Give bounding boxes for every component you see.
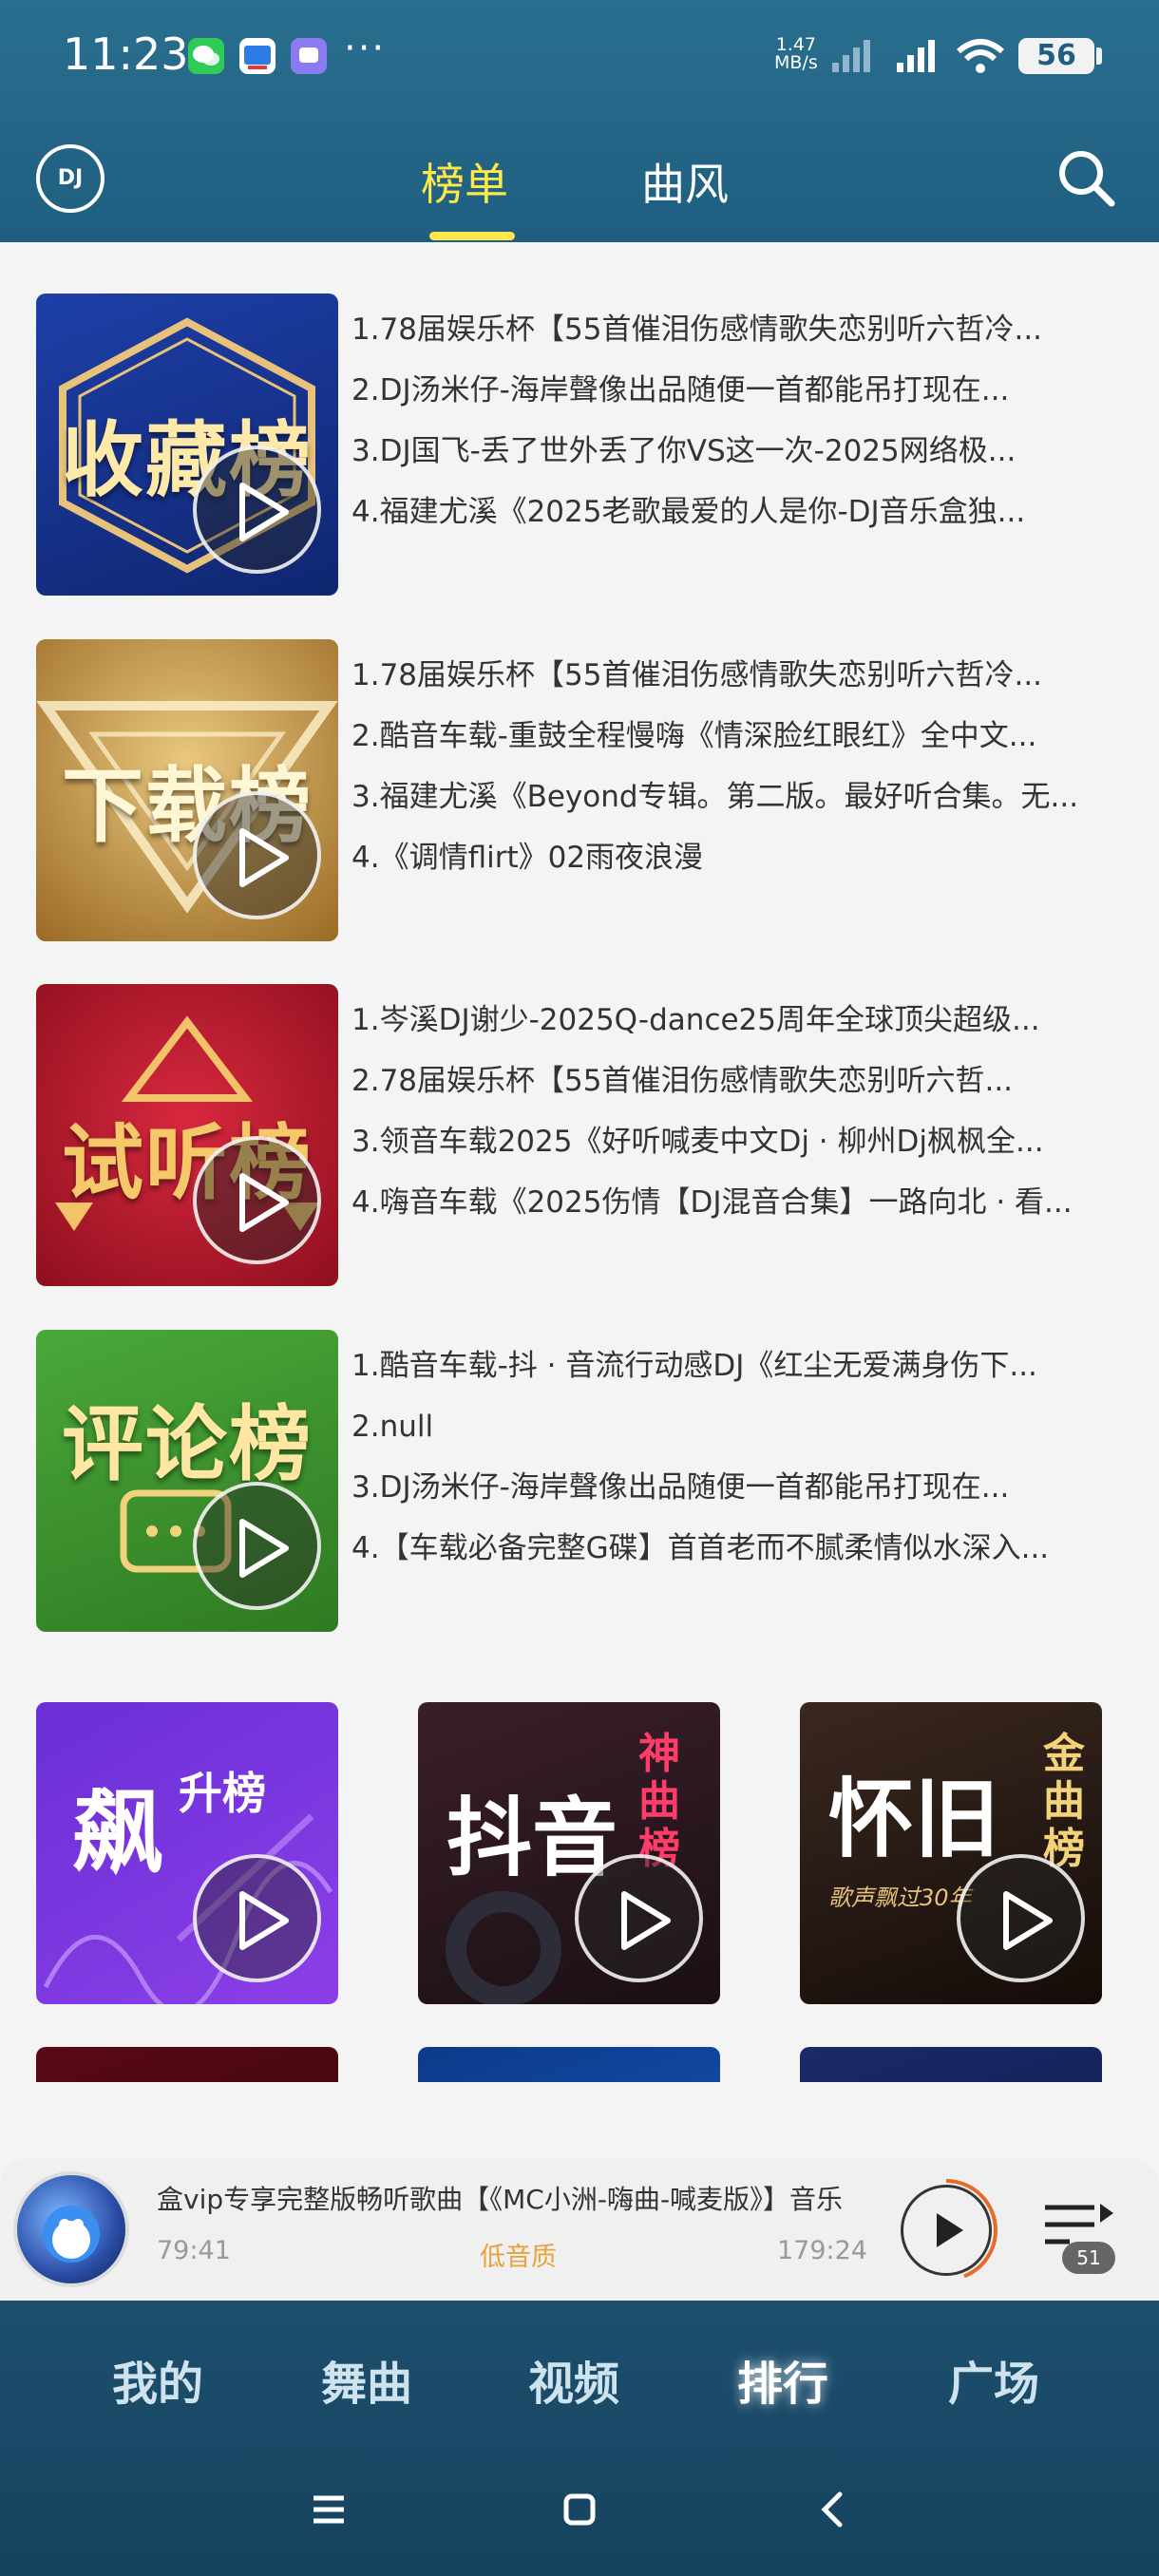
play-button[interactable]: [193, 1136, 321, 1264]
now-playing-artwork[interactable]: [13, 2171, 129, 2287]
cover-caption: 歌声飘过30年: [828, 1885, 972, 1911]
list-item[interactable]: 1.78届娱乐杯【55首催泪伤感情歌失恋别听六哲冷...: [352, 645, 1121, 706]
back-icon[interactable]: [815, 2491, 853, 2529]
nav-dance[interactable]: 舞曲: [321, 2346, 412, 2413]
app-header: 11:23 ··· 1.47 MB/s 56 DJ 榜单 曲风: [0, 0, 1159, 242]
play-button[interactable]: [193, 1854, 321, 1982]
play-button[interactable]: [901, 2185, 992, 2276]
nav-square[interactable]: 广场: [948, 2346, 1039, 2413]
play-icon: [937, 2213, 963, 2247]
signal-strong-icon: [897, 40, 935, 72]
list-item[interactable]: 4.【车载必备完整G碟】首首老而不腻柔情似水深入...: [352, 1518, 1121, 1579]
chart-cover-downloads[interactable]: 下载榜: [36, 639, 338, 941]
list-item[interactable]: 3.福建尤溪《Beyond专辑。第二版。最好听合集。无...: [352, 767, 1121, 827]
status-time: 11:23: [63, 28, 189, 80]
chart-cover-street[interactable]: 咔街: [36, 2047, 338, 2082]
play-button[interactable]: [957, 1854, 1085, 1982]
chart-cover-blue[interactable]: [418, 2047, 720, 2082]
play-icon: [239, 1173, 289, 1232]
chart-cover-car[interactable]: 车丰 最: [800, 2047, 1102, 2082]
tab-genres[interactable]: 曲风: [641, 150, 729, 213]
play-button[interactable]: [193, 1482, 321, 1610]
list-item[interactable]: 4.《调情flirt》02雨夜浪漫: [352, 827, 1121, 888]
chart-cover-comments[interactable]: 评论榜: [36, 1330, 338, 1632]
list-item[interactable]: 3.DJ汤米仔-海岸聲像出品随便一首都能吊打现在...: [352, 1457, 1121, 1518]
audio-quality[interactable]: 低音质: [480, 2236, 557, 2273]
network-speed: 1.47 MB/s: [774, 36, 818, 72]
list-item[interactable]: 4.嗨音车载《2025伤情【DJ混音合集】一路向北 · 看...: [352, 1172, 1121, 1233]
nav-my[interactable]: 我的: [112, 2346, 203, 2413]
cover-title: 怀旧: [828, 1770, 999, 1869]
doraemon-avatar-icon: [43, 2206, 100, 2263]
play-button[interactable]: [575, 1854, 703, 1982]
chart-song-list: 1.78届娱乐杯【55首催泪伤感情歌失恋别听六哲冷... 2.DJ汤米仔-海岸聲…: [352, 299, 1121, 542]
total-time: 179:24: [777, 2236, 867, 2265]
play-icon: [621, 1891, 671, 1950]
list-item[interactable]: 2.null: [352, 1396, 1121, 1457]
search-icon[interactable]: [1053, 144, 1119, 211]
battery-indicator: 56: [1018, 38, 1094, 74]
play-button[interactable]: [193, 445, 321, 574]
menu-icon[interactable]: [310, 2491, 348, 2529]
queue-count-badge: 51: [1062, 2242, 1115, 2274]
more-notifications-icon: ···: [344, 27, 387, 70]
play-icon: [239, 1891, 289, 1950]
chart-cover-classics[interactable]: 怀旧 金曲榜 歌声飘过30年: [800, 1702, 1102, 2004]
list-item[interactable]: 4.福建尤溪《2025老歌最爱的人是你-DJ音乐盒独...: [352, 482, 1121, 542]
play-icon: [239, 1519, 289, 1578]
network-speed-unit: MB/s: [774, 52, 818, 73]
now-playing-title[interactable]: 盒vip专享完整版畅听歌曲【《MC小洲-嗨曲-喊麦版》】音乐: [157, 2179, 869, 2217]
cover-subtitle: 金曲榜: [1043, 1730, 1085, 1873]
wechat-icon: [188, 38, 224, 74]
bottom-navigation: 我的 舞曲 视频 排行 广场: [0, 2301, 1159, 2576]
list-item[interactable]: 2.DJ汤米仔-海岸聲像出品随便一首都能吊打现在...: [352, 360, 1121, 421]
chat-app-icon: [291, 38, 327, 74]
play-button[interactable]: [193, 791, 321, 919]
chart-song-list: 1.酷音车载-抖 · 音流行动感DJ《红尘无爱满身伤下... 2.null 3.…: [352, 1335, 1121, 1579]
battery-tip: [1096, 47, 1102, 65]
browser-icon: [239, 38, 276, 74]
chart-cover-favorites[interactable]: 收藏榜: [36, 294, 338, 596]
chart-song-list: 1.岑溪DJ谢少-2025Q-dance25周年全球顶尖超级... 2.78届娱…: [352, 990, 1121, 1233]
list-item[interactable]: 1.岑溪DJ谢少-2025Q-dance25周年全球顶尖超级...: [352, 990, 1121, 1051]
play-icon: [239, 828, 289, 887]
mini-player[interactable]: 盒vip专享完整版畅听歌曲【《MC小洲-嗨曲-喊麦版》】音乐 79:41 低音质…: [0, 2158, 1159, 2301]
nav-video[interactable]: 视频: [528, 2346, 619, 2413]
play-icon: [1003, 1891, 1053, 1950]
rankings-content: 收藏榜 1.78届娱乐杯【55首催泪伤感情歌失恋别听六哲冷... 2.DJ汤米仔…: [0, 242, 1159, 2082]
status-bar: 11:23 ··· 1.47 MB/s 56: [0, 0, 1159, 114]
frame-icon: [418, 2047, 720, 2082]
home-icon[interactable]: [560, 2491, 598, 2529]
chart-cover-rising[interactable]: 飙 升榜: [36, 1702, 338, 2004]
wifi-icon: [957, 39, 1004, 73]
nav-ranking[interactable]: 排行: [737, 2346, 828, 2413]
play-icon: [239, 483, 289, 541]
list-item[interactable]: 3.领音车载2025《好听喊麦中文Dj · 柳州Dj枫枫全...: [352, 1111, 1121, 1172]
list-item[interactable]: 1.78届娱乐杯【55首催泪伤感情歌失恋别听六哲冷...: [352, 299, 1121, 360]
list-item[interactable]: 2.78届娱乐杯【55首催泪伤感情歌失恋别听六哲...: [352, 1051, 1121, 1111]
tab-rankings[interactable]: 榜单: [421, 150, 508, 213]
list-item[interactable]: 3.DJ国飞-丢了世外丢了你VS这一次-2025网络极...: [352, 421, 1121, 482]
chart-cover-trial[interactable]: 试听榜: [36, 984, 338, 1286]
active-tab-indicator: [429, 232, 515, 240]
elapsed-time: 79:41: [157, 2236, 231, 2265]
list-item[interactable]: 2.酷音车载-重鼓全程慢嗨《情深脸红眼红》全中文...: [352, 706, 1121, 767]
dj-logo-button[interactable]: DJ: [36, 144, 104, 213]
list-item[interactable]: 1.酷音车载-抖 · 音流行动感DJ《红尘无爱满身伤下...: [352, 1335, 1121, 1396]
chart-cover-douyin[interactable]: 抖音 神曲榜: [418, 1702, 720, 2004]
signal-weak-icon: [832, 40, 870, 72]
chart-song-list: 1.78届娱乐杯【55首催泪伤感情歌失恋别听六哲冷... 2.酷音车载-重鼓全程…: [352, 645, 1121, 888]
